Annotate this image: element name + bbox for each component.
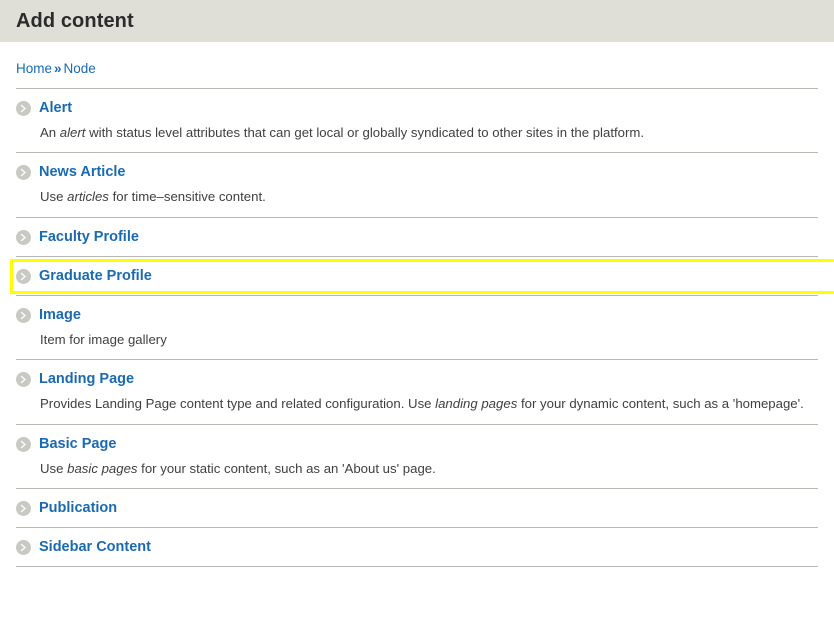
content-type-description: Use articles for time–sensitive content. — [40, 189, 266, 204]
breadcrumb-item-home[interactable]: Home — [16, 61, 52, 76]
content-type-description: An alert with status level attributes th… — [40, 124, 645, 140]
content-type-link[interactable]: News Article — [39, 165, 126, 180]
content-type-link[interactable]: Sidebar Content — [39, 540, 151, 555]
content-type-description: Provides Landing Page content type and r… — [40, 396, 804, 411]
chevron-right-circle-icon — [16, 436, 31, 452]
content-type-list: Alert An alert with status level attribut… — [10, 87, 834, 567]
content-type-link[interactable]: Alert — [39, 101, 72, 116]
breadcrumb-separator: » — [54, 61, 62, 76]
content-type-item: Basic Page Use basic pages for your stati… — [16, 425, 818, 489]
content-type-item: News Article Use articles for time–sensit… — [16, 153, 818, 218]
content-type-header: Sidebar Content — [16, 540, 818, 555]
content-type-item: Sidebar Content — [16, 528, 818, 567]
chevron-right-circle-icon — [16, 268, 31, 284]
chevron-right-circle-icon — [16, 540, 31, 555]
page-title: Add content — [16, 10, 134, 32]
content-type-item: Publication — [16, 489, 818, 528]
content-type-header: Basic Page — [16, 436, 818, 452]
content-type-link[interactable]: Graduate Profile — [39, 269, 152, 284]
chevron-right-circle-icon — [16, 229, 31, 245]
content-type-header: News Article — [16, 165, 818, 180]
content-type-link[interactable]: Faculty Profile — [39, 230, 139, 245]
breadcrumb: Home» Node — [16, 42, 818, 88]
content-type-item: Image Item for image gallery — [16, 296, 818, 360]
content-type-link[interactable]: Publication — [39, 501, 117, 516]
content-type-header: Image — [16, 307, 818, 323]
chevron-right-circle-icon — [16, 501, 31, 516]
content-type-link[interactable]: Landing Page — [39, 372, 134, 387]
content-type-item: Landing Page Provides Landing Page conten… — [16, 360, 818, 425]
content-type-header: Alert — [16, 100, 818, 116]
content-type-link[interactable]: Basic Page — [39, 437, 116, 452]
page-body: Home» Node Alert An alert with status leve… — [0, 42, 834, 567]
content-type-header: Publication — [16, 501, 818, 516]
page-header: Add content — [0, 0, 834, 42]
chevron-right-circle-icon — [16, 165, 31, 180]
breadcrumb-item-node[interactable]: Node — [64, 61, 96, 76]
chevron-right-circle-icon — [16, 100, 31, 116]
chevron-right-circle-icon — [16, 307, 31, 323]
content-type-link[interactable]: Image — [39, 308, 81, 323]
content-type-description: Item for image gallery — [40, 331, 167, 347]
content-type-header: Landing Page — [16, 372, 818, 387]
content-type-description: Use basic pages for your static content,… — [40, 460, 436, 476]
content-type-header: Graduate Profile — [16, 268, 818, 284]
content-type-item: Alert An alert with status level attribut… — [16, 89, 818, 153]
content-type-item: Graduate Profile — [10, 257, 834, 296]
content-type-header: Faculty Profile — [16, 229, 818, 245]
chevron-right-circle-icon — [16, 372, 31, 387]
content-type-item: Faculty Profile — [16, 218, 818, 257]
